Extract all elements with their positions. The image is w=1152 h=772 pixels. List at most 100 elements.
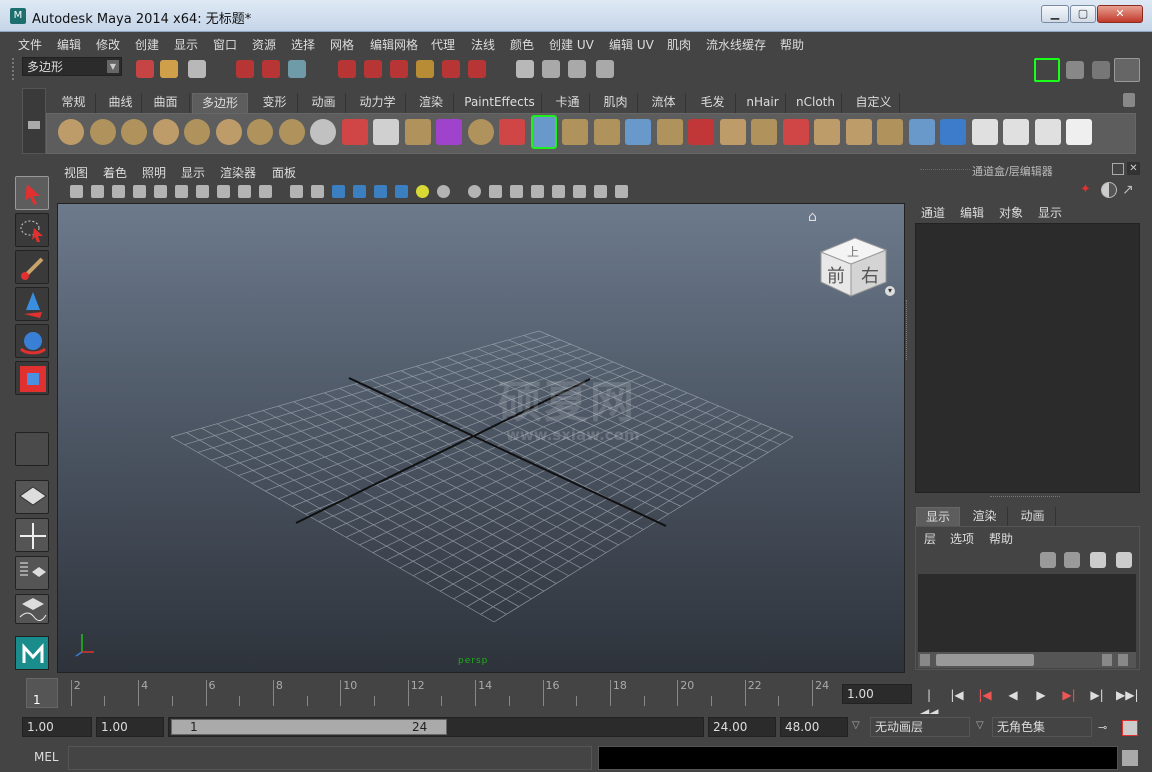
snap-curve-icon[interactable] [364,60,382,78]
channel-box-menu-item[interactable]: 编辑 [960,204,984,221]
outliner-persp-layout-icon[interactable] [15,556,49,590]
channel-box-menu-item[interactable]: 对象 [999,204,1023,221]
extrude-icon[interactable] [562,119,588,145]
layer-tab[interactable]: 动画 [1010,507,1056,527]
maximize-button[interactable]: ▢ [1070,5,1096,23]
frame-all-icon[interactable] [552,185,565,198]
tab-11[interactable]: 流体 [642,93,686,113]
tab-5[interactable]: 动画 [302,93,346,113]
show-manip-icon[interactable] [615,185,628,198]
uv-editor-icon[interactable] [1066,119,1092,145]
tab-9[interactable]: 卡通 [546,93,590,113]
range-slider[interactable]: 1 24 [168,717,704,737]
tab-6[interactable]: 动力学 [350,93,406,113]
new-layer-icon[interactable] [1064,552,1080,568]
rotate-tool-icon[interactable] [15,324,49,358]
select-hierarchy-icon[interactable] [236,60,254,78]
menu-item[interactable]: 编辑网格 [370,36,418,53]
scroll-right-icon[interactable] [1118,654,1128,666]
pin-icon[interactable]: ↗ [1122,182,1138,198]
channel-box-toggle-icon[interactable] [1114,58,1140,82]
auto-key-icon[interactable]: ⊸ [1098,721,1116,735]
poly-plane-icon[interactable] [184,119,210,145]
layer-menu-item[interactable]: 帮助 [989,530,1013,547]
menu-item[interactable]: 显示 [174,36,198,53]
two-side-icon[interactable] [594,185,607,198]
tab-15[interactable]: 自定义 [848,93,900,113]
camera-select-icon[interactable] [70,185,83,198]
tab-3[interactable]: 多边形 [192,93,248,113]
all-lights-icon[interactable] [416,185,429,198]
current-frame-marker[interactable]: 1 [26,678,58,708]
snap-grid-icon[interactable] [338,60,356,78]
go-to-end-icon[interactable]: ▶▶| [1116,686,1139,704]
close-panel-icon[interactable]: ✕ [1127,162,1140,175]
uv-planar-icon[interactable] [1003,119,1029,145]
paint-select-tool-icon[interactable] [15,250,49,284]
isolate-icon[interactable] [468,185,481,198]
tab-4[interactable]: 变形 [252,93,298,113]
move-layer-down-icon[interactable] [1116,552,1132,568]
sculpt-icon[interactable] [971,119,998,145]
flip-icon[interactable] [845,119,872,145]
close-button[interactable]: ✕ [1097,5,1143,23]
collapse-icon[interactable] [814,119,840,145]
menu-item[interactable]: 编辑 UV [609,36,654,53]
menu-item[interactable]: 修改 [96,36,120,53]
history-icon[interactable] [468,60,486,78]
transfer-icon[interactable] [530,115,557,149]
sidebar-toggle-icon[interactable] [1034,58,1060,82]
render-view-icon[interactable] [516,60,534,78]
anim-layer-chevron-icon[interactable]: ▽ [852,720,866,731]
bridge-icon[interactable] [593,119,620,145]
separate-icon[interactable] [373,119,399,145]
go-to-start-icon[interactable]: |◀◀ [920,686,938,720]
channel-layer-splitter[interactable] [990,496,1060,500]
smooth-shade-icon[interactable] [332,185,345,198]
menu-item[interactable]: 帮助 [780,36,804,53]
panel-grip-icon[interactable] [920,169,970,177]
ipr-render-icon[interactable] [568,60,586,78]
trash-icon[interactable] [1123,93,1135,107]
move-manip-icon[interactable]: ✦ [1080,182,1096,198]
scroll-thumb[interactable] [936,654,1034,666]
menu-item[interactable]: 创建 [135,36,159,53]
tab-1[interactable]: 曲线 [100,93,142,113]
maya-home-logo-icon[interactable] [15,636,49,670]
resolution-gate-icon[interactable] [196,185,209,198]
play-forward-icon[interactable]: ▶ [1032,686,1050,704]
gate-mask-icon[interactable] [217,185,230,198]
pane-splitter[interactable] [906,300,910,360]
wedge-icon[interactable] [877,119,903,145]
step-back-key-icon[interactable]: |◀ [948,686,966,704]
layer-menu-item[interactable]: 层 [924,530,936,547]
tool-settings-icon[interactable] [1092,61,1110,79]
poly-cube-icon[interactable] [89,119,116,145]
four-pane-layout-icon[interactable] [15,518,49,552]
persp-viewport[interactable]: ⌂ 前 右 上 ▾ 硕夏网 www.sxiaw.com persp [57,203,905,673]
step-forward-frame-icon[interactable]: ▶| [1060,686,1078,704]
float-panel-icon[interactable] [1112,163,1124,175]
bounding-box-icon[interactable] [374,185,387,198]
menu-item[interactable]: 颜色 [510,36,534,53]
snap-point-icon[interactable] [390,60,408,78]
animation-prefs-icon[interactable] [1122,720,1138,736]
command-input[interactable] [68,746,592,770]
new-scene-icon[interactable] [136,60,154,78]
open-scene-icon[interactable] [160,60,178,78]
graph-persp-layout-icon[interactable] [15,594,49,624]
poly-sphere-icon[interactable] [58,119,84,145]
save-scene-icon[interactable] [188,60,206,78]
move-tool-icon[interactable] [15,287,49,321]
menu-item[interactable]: 选择 [291,36,315,53]
step-forward-key-icon[interactable]: ▶| [1088,686,1106,704]
shelf-menu-icon[interactable] [28,121,40,129]
attribute-editor-icon[interactable] [1066,61,1084,79]
render-settings-icon[interactable] [596,60,614,78]
poly-cone-icon[interactable] [152,119,179,145]
lasso-tool-icon[interactable] [15,213,49,247]
select-object-icon[interactable] [262,60,280,78]
viewport-menu-item[interactable]: 渲染器 [220,164,256,181]
cut-faces-icon[interactable] [908,119,935,145]
layer-tab[interactable]: 显示 [916,507,960,527]
